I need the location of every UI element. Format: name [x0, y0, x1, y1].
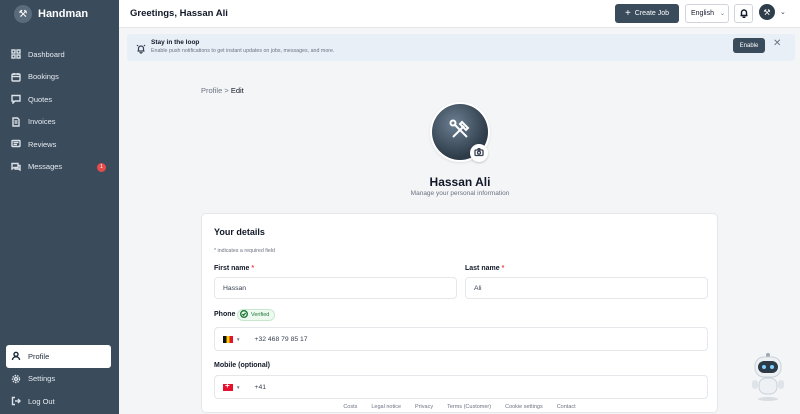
close-icon[interactable]: ✕ [773, 38, 781, 49]
sidebar-item-label: Quotes [28, 94, 53, 104]
sidebar-item-logout[interactable]: Log Out [6, 390, 111, 413]
notifications-button[interactable] [734, 4, 753, 23]
camera-icon [474, 144, 484, 162]
chevron-down-icon[interactable]: ▼ [236, 385, 240, 390]
footer: Costs Legal notice Privacy Terms (Custom… [119, 402, 800, 414]
mobile-value: +41 [254, 383, 266, 391]
greeting-title: Greetings, Hassan Ali [130, 8, 228, 19]
calendar-icon [11, 72, 21, 82]
user-avatar[interactable]: ⚒ [759, 4, 775, 20]
sidebar-item-label: Bookings [28, 72, 59, 82]
sidebar-item-label: Settings [28, 374, 56, 384]
belgium-flag-icon[interactable] [223, 335, 233, 343]
mobile-label: Mobile (optional) [214, 362, 270, 369]
sidebar-nav: Dashboard Bookings Quotes Invoices Revie… [6, 43, 111, 178]
assistant-robot-icon[interactable] [748, 352, 788, 402]
details-card: Your details * indicates a required fiel… [201, 213, 718, 413]
create-job-button[interactable]: + Create Job [615, 4, 679, 23]
push-notification-banner: Stay in the loop Enable push notificatio… [127, 34, 795, 61]
first-name-label: First name * [214, 265, 254, 272]
banner-title: Stay in the loop [151, 39, 200, 46]
check-circle-icon [240, 310, 248, 320]
tools-icon [447, 117, 473, 148]
sidebar-item-quotes[interactable]: Quotes [6, 88, 111, 111]
profile-name: Hassan Ali [429, 175, 491, 189]
last-name-label-text: Last name [465, 265, 500, 272]
sidebar-item-settings[interactable]: Settings [6, 368, 111, 391]
gear-icon [11, 374, 21, 384]
footer-link-legal[interactable]: Legal notice [371, 402, 401, 414]
phone-field[interactable]: ▼ +32 468 79 85 17 [214, 327, 708, 351]
breadcrumb-separator: > [224, 86, 229, 95]
sidebar-item-profile[interactable]: Profile [6, 345, 111, 368]
required-star: * [251, 265, 255, 272]
footer-link-cookies[interactable]: Cookie settings [505, 402, 543, 414]
sidebar-item-label: Reviews [28, 139, 57, 149]
sidebar-item-label: Profile [28, 351, 50, 361]
grid-icon [11, 49, 21, 59]
sidebar-item-messages[interactable]: Messages 1 [6, 156, 111, 179]
brand[interactable]: ⚒ Handman [14, 5, 88, 23]
sidebar-item-reviews[interactable]: Reviews [6, 133, 111, 156]
sidebar-item-label: Dashboard [28, 49, 65, 59]
banner-text: Enable push notifications to get instant… [151, 48, 335, 54]
last-name-label: Last name * [465, 265, 504, 272]
sidebar-bottom-nav: Profile Settings Log Out [6, 345, 111, 413]
top-header: Greetings, Hassan Ali + Create Job Engli… [119, 0, 800, 28]
sidebar-item-invoices[interactable]: Invoices [6, 111, 111, 134]
alarm-bell-icon [136, 41, 146, 54]
breadcrumb-profile[interactable]: Profile [201, 86, 222, 95]
review-icon [11, 139, 21, 149]
breadcrumb: Profile > Edit [201, 86, 244, 95]
chevron-down-icon[interactable]: ▼ [236, 337, 240, 342]
language-select[interactable]: English ⌄ [685, 4, 729, 23]
required-note: * indicates a required field [214, 248, 275, 254]
phone-value: +32 468 79 85 17 [254, 335, 308, 343]
change-photo-button[interactable] [470, 144, 488, 162]
required-star: * [501, 265, 505, 272]
sidebar-item-label: Messages [28, 162, 63, 172]
first-name-field[interactable]: Hassan [214, 277, 457, 299]
chevron-down-icon: ⌄ [719, 11, 725, 17]
sidebar-item-label: Log Out [28, 396, 55, 406]
sidebar-item-label: Invoices [28, 117, 56, 127]
switzerland-flag-icon[interactable] [223, 381, 233, 391]
plus-icon: + [624, 7, 631, 19]
verified-label: Verified [251, 312, 270, 318]
footer-link-privacy[interactable]: Privacy [415, 402, 433, 414]
footer-link-contact[interactable]: Contact [557, 402, 576, 414]
verified-badge: Verified [237, 309, 276, 321]
bell-icon [739, 5, 749, 23]
language-value: English [691, 10, 714, 17]
tools-logo-icon: ⚒ [14, 5, 32, 23]
messages-icon [11, 162, 21, 172]
last-name-field[interactable]: Ali [465, 277, 708, 299]
create-job-label: Create Job [634, 10, 670, 17]
chevron-down-icon[interactable]: ⌄ [780, 8, 786, 16]
brand-name: Handman [38, 8, 89, 20]
sidebar-item-dashboard[interactable]: Dashboard [6, 43, 111, 66]
footer-link-costs[interactable]: Costs [343, 402, 357, 414]
sidebar-item-bookings[interactable]: Bookings [6, 66, 111, 89]
footer-link-terms[interactable]: Terms (Customer) [447, 402, 491, 414]
logout-icon [11, 396, 21, 406]
mobile-field[interactable]: ▼ +41 [214, 375, 708, 399]
sidebar: ⚒ Handman Dashboard Bookings Quotes Invo… [0, 0, 119, 414]
document-icon [11, 117, 21, 127]
enable-notifications-button[interactable]: Enable [733, 38, 765, 53]
phone-label: Phone [214, 311, 236, 318]
breadcrumb-current: Edit [230, 86, 244, 95]
card-title: Your details [214, 227, 265, 237]
user-icon [11, 351, 21, 361]
unread-badge: 1 [97, 162, 106, 172]
chat-icon [11, 94, 21, 105]
profile-subtitle: Manage your personal information [410, 190, 510, 197]
first-name-label-text: First name [214, 265, 250, 272]
